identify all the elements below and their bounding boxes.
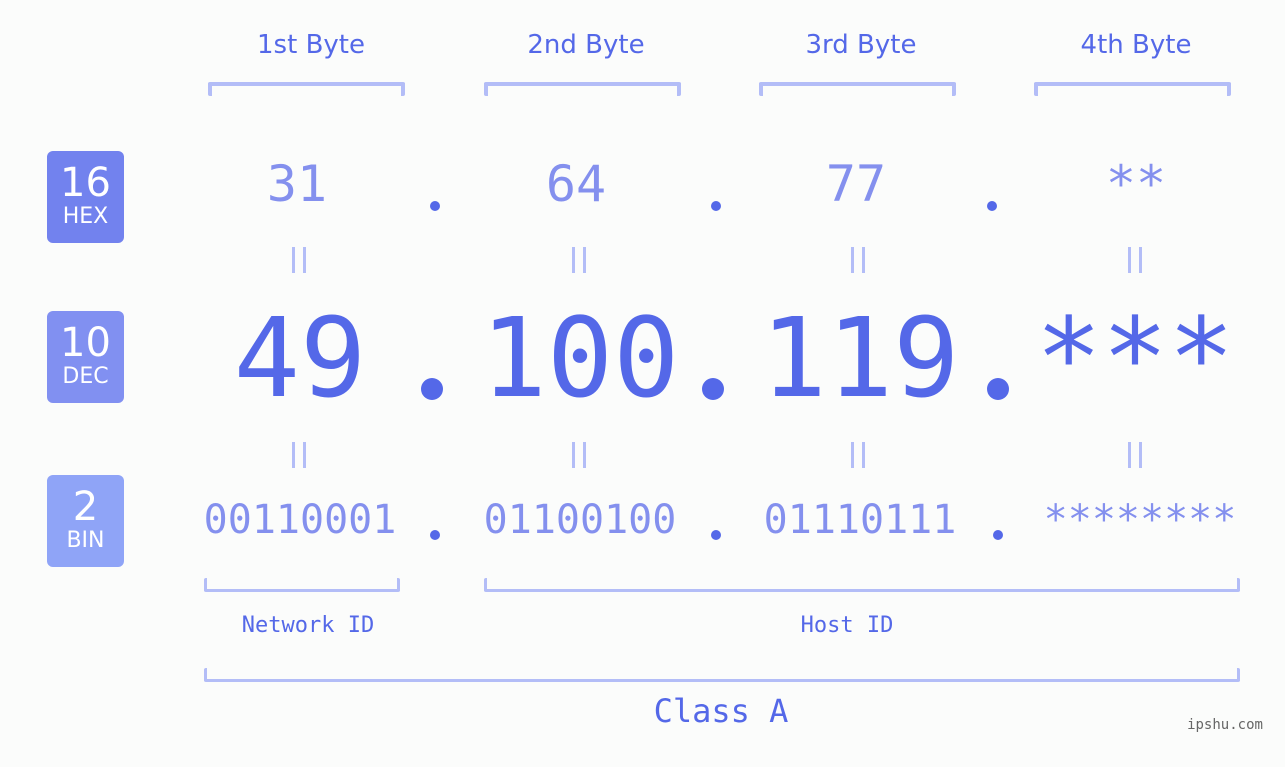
hex-separator-dot — [987, 201, 997, 211]
bin-badge: 2 BIN — [47, 475, 124, 567]
byte-title-3: 3rd Byte — [805, 30, 917, 60]
byte-title-4: 4th Byte — [1080, 30, 1192, 60]
byte-bracket-3 — [759, 82, 956, 96]
equals-marker — [1128, 247, 1142, 273]
equals-marker — [292, 442, 306, 468]
bin-separator-dot — [711, 530, 721, 540]
watermark: ipshu.com — [1187, 717, 1263, 733]
dec-badge-label: DEC — [62, 364, 109, 389]
dec-badge-number: 10 — [60, 320, 111, 366]
bin-value-2: 01100100 — [483, 497, 677, 543]
hex-separator-dot — [430, 201, 440, 211]
network-id-label: Network ID — [241, 613, 375, 638]
host-id-bracket — [484, 578, 1240, 592]
bin-separator-dot — [993, 530, 1003, 540]
hex-badge-label: HEX — [62, 204, 109, 229]
equals-marker — [572, 442, 586, 468]
hex-value-3: 77 — [825, 155, 887, 213]
dec-separator-dot — [702, 378, 724, 400]
byte-bracket-4 — [1034, 82, 1231, 96]
byte-bracket-1 — [208, 82, 405, 96]
hex-separator-dot — [711, 201, 721, 211]
class-bracket — [204, 668, 1240, 682]
byte-bracket-2 — [484, 82, 681, 96]
dec-value-2: 100 — [480, 294, 680, 422]
hex-badge-number: 16 — [60, 160, 111, 206]
dec-separator-dot — [987, 378, 1009, 400]
byte-title-1: 1st Byte — [257, 30, 365, 60]
dec-value-4: *** — [1035, 294, 1235, 422]
dec-separator-dot — [421, 378, 443, 400]
dec-value-3: 119 — [760, 294, 960, 422]
bin-value-3: 01110111 — [763, 497, 957, 543]
network-id-bracket — [204, 578, 400, 592]
hex-value-1: 31 — [266, 155, 328, 213]
byte-title-2: 2nd Byte — [527, 30, 645, 60]
host-id-label: Host ID — [800, 613, 894, 638]
hex-badge: 16 HEX — [47, 151, 124, 243]
bin-value-4: ******** — [1043, 497, 1237, 543]
bin-badge-label: BIN — [66, 528, 105, 553]
equals-marker — [851, 442, 865, 468]
hex-value-2: 64 — [545, 155, 607, 213]
dec-badge: 10 DEC — [47, 311, 124, 403]
equals-marker — [572, 247, 586, 273]
class-label: Class A — [653, 692, 789, 730]
hex-value-4: ** — [1105, 155, 1167, 213]
dec-value-1: 49 — [233, 294, 367, 422]
bin-value-1: 00110001 — [203, 497, 397, 543]
equals-marker — [1128, 442, 1142, 468]
equals-marker — [292, 247, 306, 273]
equals-marker — [851, 247, 865, 273]
bin-badge-number: 2 — [72, 484, 99, 530]
bin-separator-dot — [430, 530, 440, 540]
